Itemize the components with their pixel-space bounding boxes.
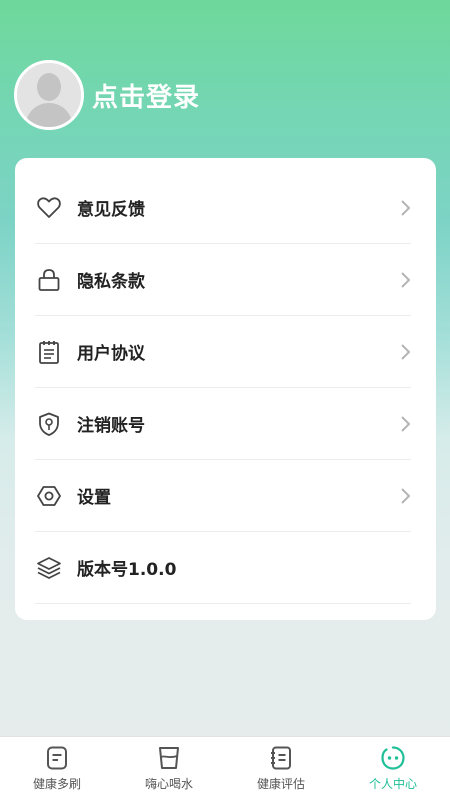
login-link[interactable]: 点击登录: [92, 77, 200, 114]
chevron-right-icon: [401, 200, 411, 216]
menu-item-agreement[interactable]: 用户协议: [35, 316, 411, 388]
tab-label: 个人中心: [368, 777, 417, 791]
document-icon: [47, 746, 67, 770]
profile-header[interactable]: 点击登录: [14, 60, 200, 130]
menu-item-label: 隐私条款: [77, 272, 145, 292]
tab-label: 健康评估: [256, 777, 305, 791]
menu-item-privacy[interactable]: 隐私条款: [35, 244, 411, 316]
chevron-right-icon: [401, 416, 411, 432]
menu-item-feedback[interactable]: 意见反馈: [35, 172, 411, 244]
smiley-icon: [381, 746, 405, 770]
chevron-right-icon: [401, 344, 411, 360]
avatar[interactable]: [14, 60, 84, 130]
menu-item-label: 注销账号: [77, 416, 145, 436]
default-user-avatar-icon: [17, 63, 81, 127]
hexagon-settings-icon: [35, 482, 63, 510]
cup-icon: [159, 747, 179, 769]
tab-label: 嗨心喝水: [144, 777, 193, 791]
heart-icon: [35, 194, 63, 222]
layers-icon: [35, 554, 63, 582]
menu-item-settings[interactable]: 设置: [35, 460, 411, 532]
tab-health-brush[interactable]: 健康多刷: [1, 737, 113, 800]
menu-item-label: 用户协议: [77, 344, 145, 364]
menu-item-delete-account[interactable]: 注销账号: [35, 388, 411, 460]
tab-personal-center[interactable]: 个人中心: [337, 737, 449, 800]
chevron-right-icon: [401, 488, 411, 504]
menu-item-label: 设置: [77, 488, 111, 508]
tab-health-assessment[interactable]: 健康评估: [225, 737, 337, 800]
bottom-tab-bar: 健康多刷 嗨心喝水 健康评估 个人中心: [0, 736, 450, 800]
shield-key-icon: [35, 410, 63, 438]
tab-label: 健康多刷: [32, 777, 81, 791]
notepad-icon: [35, 338, 63, 366]
chevron-right-icon: [401, 272, 411, 288]
version-label: 版本号1.0.0: [77, 560, 177, 580]
tab-drink-water[interactable]: 嗨心喝水: [113, 737, 225, 800]
menu-card: 意见反馈 隐私条款 用户协议 注销账号 设置 版本号1.0.0: [15, 158, 436, 620]
notebook-icon: [271, 746, 291, 770]
menu-item-version: 版本号1.0.0: [35, 532, 411, 604]
menu-item-label: 意见反馈: [77, 200, 145, 220]
lock-icon: [35, 266, 63, 294]
